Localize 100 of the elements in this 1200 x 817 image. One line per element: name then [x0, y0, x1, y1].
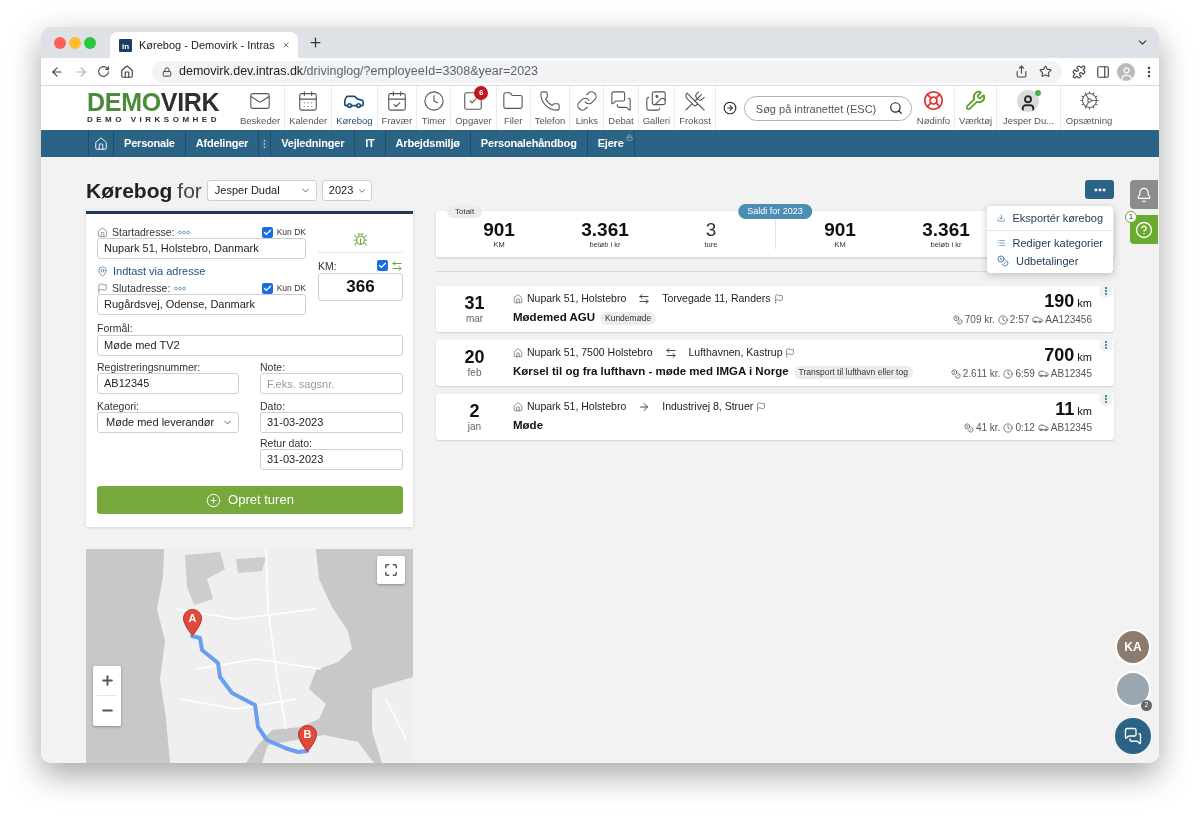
only-dk-checkbox[interactable]: [261, 226, 273, 238]
only-dk-checkbox[interactable]: [261, 282, 273, 294]
lock-icon[interactable]: [162, 66, 172, 77]
trip-purpose: Kørsel til og fra lufthavn - møde med IMGA i Norge: [513, 364, 789, 380]
search-field[interactable]: Søg på intranettet (ESC): [743, 96, 912, 121]
settings-link[interactable]: Opsætning: [1061, 86, 1117, 130]
purpose-field[interactable]: Møde med TV2: [97, 335, 403, 356]
return-trip-checkbox[interactable]: [377, 260, 388, 271]
checkbox-label: Kun DK: [276, 281, 306, 295]
trip-month: feb: [467, 366, 482, 379]
clock-icon: [997, 314, 1008, 325]
employee-select[interactable]: Jesper Dudal: [206, 180, 317, 201]
site-favicon: in: [119, 38, 132, 52]
chat-button[interactable]: [1115, 718, 1151, 754]
coins-icon: [952, 314, 963, 325]
search-icon[interactable]: [888, 100, 903, 115]
trip-destination: Lufthavnen, Kastrup: [688, 345, 783, 361]
stat-value: 3: [705, 219, 717, 240]
trip-card[interactable]: 2 jan Nupark 51, Holstebro Industrivej 8, Struer Møde 11 km 41 kr. 0:12 AB12345: [436, 394, 1114, 440]
trip-destination: Torvegade 11, Randers: [662, 291, 771, 307]
fullscreen-button[interactable]: [377, 556, 405, 584]
map-marker[interactable]: A: [183, 609, 202, 636]
trip-amount: 2.611 kr.: [962, 367, 1001, 381]
user-avatar: [1016, 90, 1039, 112]
car-icon: [1037, 422, 1049, 433]
category-select[interactable]: Møde med leverandør: [97, 412, 239, 433]
trip-day: 31: [464, 293, 485, 313]
registration-field[interactable]: AB12345: [97, 373, 239, 394]
year-balance-label: Saldi for 2023: [738, 204, 812, 219]
home-icon: [513, 348, 523, 358]
license-plate: AB12345: [1050, 421, 1092, 435]
trip-distance: 190: [1044, 291, 1075, 312]
trip-duration: 0:12: [1015, 421, 1035, 435]
map-marker[interactable]: B: [298, 725, 317, 752]
fullscreen-icon: [384, 563, 398, 577]
note-field[interactable]: F.eks. sagsnr.: [260, 373, 403, 394]
puzzle-piece-icon[interactable]: [1072, 64, 1086, 79]
two-way-arrow-icon: [638, 293, 651, 305]
year-select[interactable]: 2023: [321, 180, 372, 201]
new-tab-icon[interactable]: [308, 35, 323, 50]
share-icon[interactable]: [1015, 65, 1028, 78]
checked-square-icon: [462, 90, 485, 112]
speech-bubbles-icon: [610, 90, 632, 112]
car-icon: [1032, 314, 1044, 325]
menu-item[interactable]: Eksportér kørebog: [987, 209, 1113, 227]
plus-icon: [99, 673, 115, 688]
trip-day: 20: [464, 347, 485, 367]
km-field[interactable]: 366: [318, 273, 403, 301]
lock-icon: [625, 134, 633, 141]
close-tab-icon[interactable]: [281, 39, 290, 51]
trip-month: mar: [465, 312, 484, 325]
trip-start-address: Nupark 51, Holstebro: [527, 399, 627, 415]
flag-icon: [773, 294, 784, 304]
address-link[interactable]: Indtast via adresse: [97, 264, 306, 278]
stat-value: 901: [824, 219, 856, 240]
menu-item[interactable]: Udbetalinger: [987, 252, 1113, 270]
flag-icon: [97, 282, 108, 294]
more-actions-button[interactable]: [1085, 180, 1114, 199]
start-address-field[interactable]: Nupark 51, Holstebro, Danmark: [97, 238, 306, 259]
notifications-button[interactable]: [1130, 180, 1158, 209]
license-plate: AB12345: [1050, 367, 1092, 381]
address-bar[interactable]: demovirk.dev.intras.dk/drivinglog/?employeeId=3308&year=2023: [152, 60, 1062, 83]
map-pin-icon: [97, 265, 108, 277]
contact-avatar[interactable]: KA: [1115, 629, 1151, 665]
trip-start-address: Nupark 51, Holstebro: [527, 291, 627, 307]
settings-icon: [1078, 90, 1100, 111]
trip-card[interactable]: 20 feb Nupark 51, 7500 Holstebro Lufthavnen, Kastrup Kørsel til og fra lufthavn - møde med IMGA i Norge Transport til lufthavn eller tog 700 km 2.611 kr. 6:59 AB12345: [436, 340, 1114, 386]
field-label: Dato:: [260, 400, 287, 412]
chat-icon: [1124, 727, 1142, 745]
trip-options-button[interactable]: [1099, 338, 1113, 352]
trip-options-button[interactable]: [1099, 284, 1113, 298]
home-icon: [513, 294, 523, 304]
company-logo[interactable]: DEMOVIRK DEMO VIRKSOMHED: [87, 86, 221, 130]
bug-icon[interactable]: [353, 231, 368, 247]
car-icon: [1037, 368, 1049, 379]
url-text[interactable]: demovirk.dev.intras.dk/drivinglog/?employeeId=3308&year=2023: [179, 62, 539, 81]
category-tag: Transport til lufthavn eller tog: [793, 365, 913, 379]
trip-duration: 6:59: [1015, 367, 1035, 381]
help-button[interactable]: [1130, 215, 1158, 244]
home-icon[interactable]: [120, 64, 134, 79]
menu-item[interactable]: Rediger kategorier: [987, 234, 1113, 252]
coins-icon: [997, 255, 1009, 267]
contact-photo-avatar[interactable]: [1115, 671, 1151, 707]
browser-tab[interactable]: in Kørebog - Demovirk - Intras: [110, 32, 298, 58]
sidebar-icon[interactable]: [1096, 64, 1110, 79]
flag-icon: [785, 348, 796, 358]
reload-icon[interactable]: [97, 65, 110, 78]
home-icon: [513, 402, 523, 412]
trip-options-button[interactable]: [1099, 392, 1113, 406]
arrow-circle-icon[interactable]: [722, 101, 737, 115]
help-icon: [1135, 220, 1153, 239]
return-date-field[interactable]: 31-03-2023: [260, 449, 403, 470]
date-field[interactable]: 31-03-2023: [260, 412, 403, 433]
trip-start-address: Nupark 51, 7500 Holstebro: [527, 345, 653, 361]
clock-icon: [1003, 368, 1014, 379]
coins-icon: [963, 422, 974, 433]
end-address-field[interactable]: Rugårdsvej, Odense, Danmark: [97, 294, 306, 315]
trip-card[interactable]: 31 mar Nupark 51, Holstebro Torvegade 11, Randers Mødemed AGU Kundemøde 190 km 709 kr. 2:57 AA123456: [436, 286, 1114, 332]
clock-icon: [1003, 422, 1014, 433]
star-icon[interactable]: [1039, 65, 1052, 78]
